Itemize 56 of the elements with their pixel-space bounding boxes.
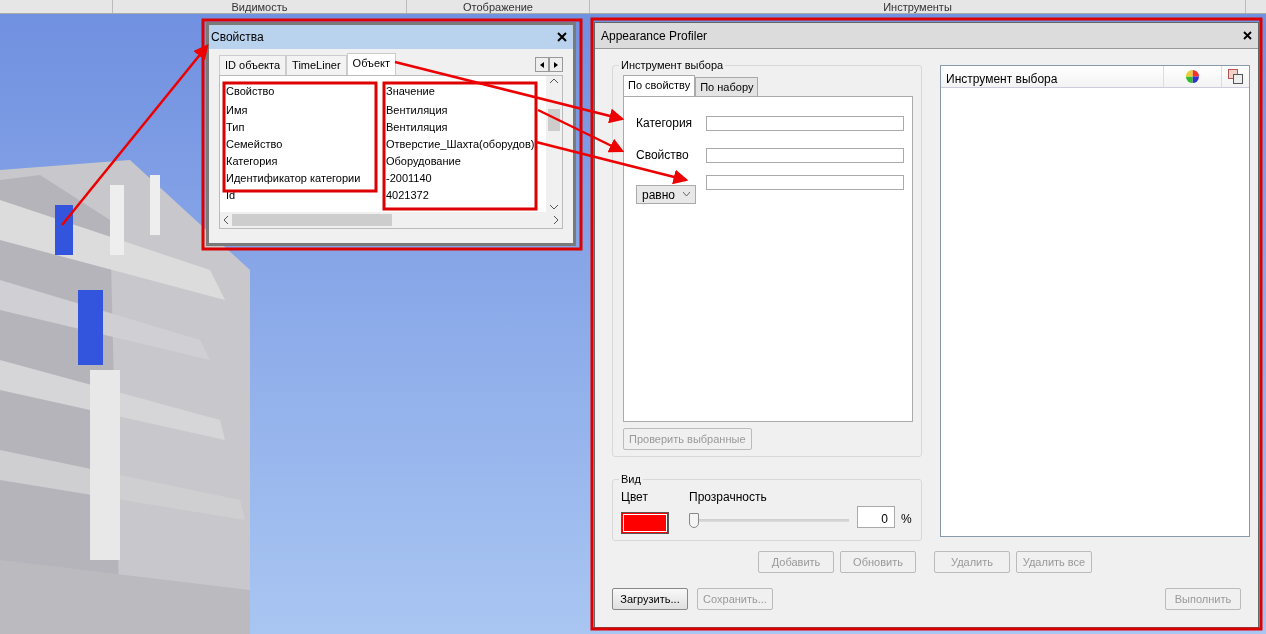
property-value: Отверстие_Шахта(оборудов) bbox=[386, 137, 536, 153]
input-field[interactable] bbox=[706, 147, 904, 163]
group-legend: Инструмент выбора bbox=[619, 58, 726, 72]
tab[interactable]: По набору bbox=[695, 77, 759, 96]
tab[interactable]: ID объекта bbox=[219, 55, 287, 75]
vertical-scrollbar[interactable] bbox=[546, 76, 562, 212]
left-arrow-icon bbox=[540, 61, 544, 68]
property-name: Имя bbox=[226, 103, 249, 119]
horizontal-scrollbar[interactable] bbox=[220, 212, 562, 228]
window-title: Appearance Profiler bbox=[601, 27, 708, 45]
column-header: Свойство bbox=[226, 84, 276, 100]
column-header: Инструмент выбора bbox=[946, 72, 1058, 86]
transparency-field[interactable]: 0 bbox=[857, 506, 895, 528]
property-name: Тип bbox=[226, 120, 246, 136]
tab[interactable]: Объект bbox=[346, 53, 397, 75]
property-name: Категория bbox=[226, 154, 279, 170]
chevron-up-icon[interactable] bbox=[550, 78, 558, 83]
field-label: Свойство bbox=[636, 147, 690, 164]
column-header: Значение bbox=[386, 84, 436, 100]
operator-dropdown[interactable]: равно bbox=[636, 185, 696, 204]
right-arrow-icon bbox=[554, 61, 558, 68]
close-icon[interactable] bbox=[557, 32, 567, 42]
chevron-down-icon[interactable] bbox=[550, 205, 558, 210]
field-label: Категория bbox=[636, 115, 694, 132]
property-value: Вентиляция bbox=[386, 120, 449, 136]
close-icon[interactable] bbox=[1243, 31, 1252, 40]
property-value: 4021372 bbox=[386, 188, 430, 204]
property-name: Идентификатор категории bbox=[226, 171, 362, 187]
scrollbar-thumb[interactable] bbox=[548, 109, 560, 131]
ribbon-tab[interactable]: Видимость bbox=[231, 0, 288, 13]
group-legend: Вид bbox=[619, 472, 643, 486]
input-field[interactable] bbox=[706, 115, 904, 131]
tab[interactable]: TimeLiner bbox=[286, 55, 347, 75]
input-field[interactable] bbox=[706, 175, 904, 190]
chevron-left-icon[interactable] bbox=[223, 216, 228, 224]
transparency-label: Прозрачность bbox=[689, 489, 768, 506]
slider-thumb[interactable] bbox=[689, 513, 699, 528]
property-value: Оборудование bbox=[386, 154, 462, 170]
chevron-right-icon[interactable] bbox=[554, 216, 559, 224]
copy-icon[interactable] bbox=[1228, 69, 1243, 84]
property-name: Семейство bbox=[226, 137, 284, 153]
footer-button[interactable]: Загрузить... bbox=[612, 588, 688, 610]
percent-label: % bbox=[901, 511, 912, 528]
color-label: Цвет bbox=[621, 489, 649, 506]
window-title: Свойства bbox=[211, 29, 264, 46]
property-value: Вентиляция bbox=[386, 103, 449, 119]
scroll-left-button[interactable] bbox=[535, 57, 549, 72]
scroll-right-button[interactable] bbox=[549, 57, 563, 72]
chevron-down-icon bbox=[683, 192, 690, 197]
ribbon-tab[interactable]: Инструменты bbox=[883, 0, 952, 13]
scrollbar-thumb[interactable] bbox=[232, 214, 392, 226]
property-value: -2001140 bbox=[386, 171, 433, 187]
color-wheel-icon[interactable] bbox=[1185, 69, 1200, 84]
color-swatch[interactable] bbox=[621, 512, 669, 534]
tab[interactable]: По свойству bbox=[623, 75, 696, 96]
ribbon-tab[interactable]: Отображение bbox=[463, 0, 533, 13]
